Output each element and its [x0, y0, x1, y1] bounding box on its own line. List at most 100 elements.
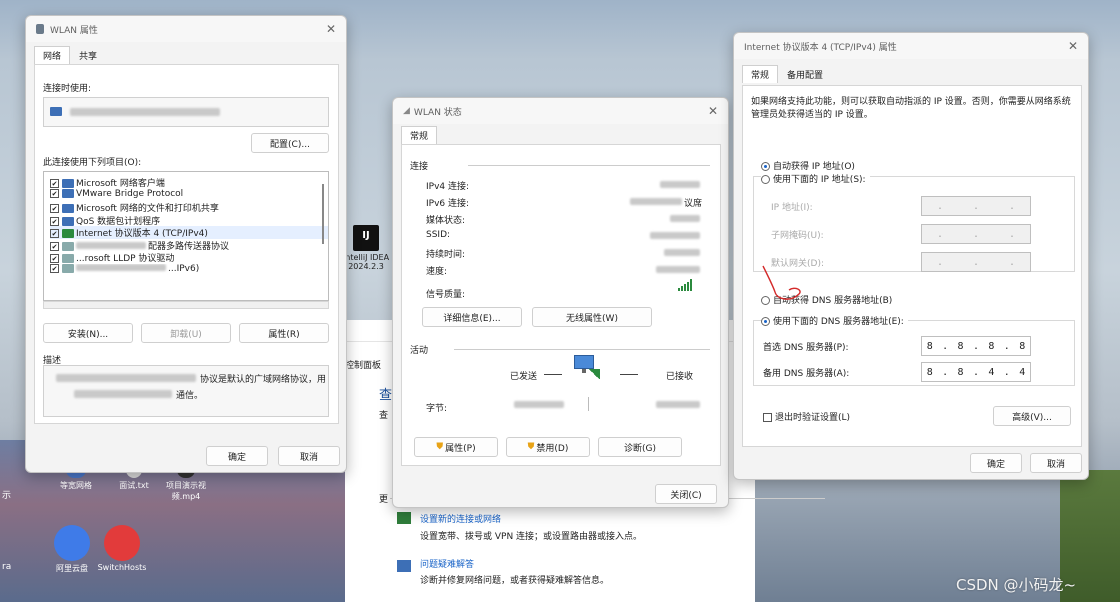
checkbox[interactable]: ✔ [50, 241, 59, 251]
network-setup-icon [397, 512, 411, 524]
dialog-titlebar: ◢ WLAN 状态 ✕ [393, 98, 728, 124]
sent-label: 已发送 [510, 372, 538, 382]
close-icon[interactable]: ✕ [1068, 39, 1078, 53]
close-button[interactable]: 关闭(C) [655, 484, 717, 504]
desktop-icon-label: 阿里云盘 [56, 564, 88, 573]
ok-button[interactable]: 确定 [206, 446, 268, 466]
ipv4-properties-dialog: Internet 协议版本 4 (TCP/IPv4) 属性 ✕ 常规 备用配置 … [733, 32, 1089, 480]
redacted-value [650, 232, 700, 239]
tab-alternate-config[interactable]: 备用配置 [778, 65, 832, 83]
auto-ip-radio[interactable]: 自动获得 IP 地址(O) [761, 159, 855, 172]
checkbox[interactable]: ✔ [50, 254, 59, 263]
desktop-icon-label: IntelliJ IDEA 2024.2.3 [342, 253, 390, 271]
subnet-mask-field[interactable]: ... [921, 224, 1031, 244]
disable-button[interactable]: ⛊ 禁用(D) [506, 437, 590, 457]
ip-address-field[interactable]: ... [921, 196, 1031, 216]
desktop-icon-label: 等宽网格 [60, 481, 92, 490]
connection-section-label: 连接 [410, 162, 429, 172]
protocol-icon [62, 254, 74, 263]
properties-button[interactable]: ⛊ 属性(P) [414, 437, 498, 457]
ipv4-label: IPv4 连接: [426, 182, 470, 192]
list-item[interactable]: ✔ 配器多路传送器协议 [50, 239, 328, 251]
install-button[interactable]: 安装(N)... [43, 323, 133, 343]
horizontal-scrollbar[interactable] [43, 301, 329, 309]
wlan-status-dialog: ◢ WLAN 状态 ✕ 常规 连接 IPv4 连接: IPv6 连接: 议席 媒… [392, 97, 729, 508]
checkbox[interactable]: ✔ [50, 204, 59, 213]
list-item[interactable]: ✔ VMware Bridge Protocol [50, 188, 328, 202]
dialog-title: Internet 协议版本 4 (TCP/IPv4) 属性 [744, 42, 897, 53]
cancel-button[interactable]: 取消 [1030, 453, 1082, 473]
tab-network[interactable]: 网络 [34, 46, 71, 64]
list-item[interactable]: ✔ ...rosoft LLDP 协议驱动 [50, 251, 328, 264]
desktop-icon[interactable]: 阿里云盘 [44, 525, 100, 574]
configure-button[interactable]: 配置(C)... [251, 133, 329, 153]
ip-address-label: IP 地址(I): [771, 203, 813, 213]
wireless-properties-button[interactable]: 无线属性(W) [532, 307, 652, 327]
octet: 8 [926, 366, 933, 378]
list-item[interactable]: ✔ QoS 数据包计划程序 [50, 214, 328, 227]
redacted-value [656, 266, 700, 273]
sent-line [544, 374, 562, 375]
tab-general[interactable]: 常规 [401, 126, 438, 144]
alternate-dns-field[interactable]: 8.8.4.4 [921, 362, 1031, 382]
octet: 8 [926, 340, 933, 352]
checkbox[interactable]: ✔ [50, 229, 59, 238]
manual-ip-radio[interactable]: 使用下面的 IP 地址(S): [761, 172, 870, 185]
close-icon[interactable]: ✕ [708, 104, 718, 118]
desktop-edge-label: ra [2, 562, 12, 572]
list-item-label: ...rosoft LLDP 协议驱动 [76, 254, 175, 264]
duration-label: 持续时间: [426, 250, 466, 260]
validate-checkbox[interactable]: 退出时验证设置(L) [763, 410, 850, 423]
preferred-dns-field[interactable]: 8.8.8.8 [921, 336, 1031, 356]
divider [588, 397, 589, 411]
description-text: 协议是默认的广域网络协议，用 [200, 375, 327, 385]
items-list[interactable]: ✔ Microsoft 网络客户端 ✔ VMware Bridge Protocol… [43, 171, 329, 301]
manual-dns-radio[interactable]: 使用下面的 DNS 服务器地址(E): [761, 314, 908, 327]
checkbox[interactable]: ✔ [50, 263, 59, 273]
list-item[interactable]: ✔ ...IPv6) [50, 263, 328, 277]
octet: 8 [1019, 340, 1026, 352]
advanced-button[interactable]: 高级(V)... [993, 406, 1071, 426]
speed-label: 速度: [426, 267, 448, 277]
desktop-icon-label: SwitchHosts [97, 563, 147, 572]
close-icon[interactable]: ✕ [326, 22, 336, 36]
description-box: 协议是默认的广域网络协议，用 通信。 [43, 365, 329, 417]
tab-general[interactable]: 常规 [742, 65, 779, 83]
desktop-icon[interactable]: SwitchHosts [94, 525, 150, 572]
list-item[interactable]: ✔ Microsoft 网络的文件和打印机共享 [50, 201, 328, 214]
ssid-label: SSID: [426, 230, 451, 240]
switchhosts-icon [104, 525, 140, 561]
uninstall-button[interactable]: 卸载(U) [141, 323, 231, 343]
list-item-label: QoS 数据包计划程序 [76, 216, 161, 227]
diagnose-button[interactable]: 诊断(G) [598, 437, 682, 457]
troubleshoot-link[interactable]: 问题疑难解答 [420, 557, 474, 570]
description-text-2: 通信。 [176, 391, 204, 401]
redacted-value [664, 249, 700, 256]
ok-button[interactable]: 确定 [970, 453, 1022, 473]
list-item-label: ...IPv6) [168, 263, 200, 274]
details-button[interactable]: 详细信息(E)... [422, 307, 522, 327]
list-item[interactable]: ✔ Microsoft 网络客户端 [50, 176, 328, 189]
checkbox[interactable]: ✔ [50, 188, 59, 198]
radio[interactable] [761, 175, 770, 184]
list-item-label: Microsoft 网络客户端 [76, 179, 165, 189]
list-item-selected[interactable]: ✔ Internet 协议版本 4 (TCP/IPv4) [50, 226, 328, 239]
setup-connection-link[interactable]: 设置新的连接或网络 [420, 512, 501, 525]
received-line [620, 374, 638, 375]
cancel-button[interactable]: 取消 [278, 446, 340, 466]
checkbox[interactable]: ✔ [50, 179, 59, 188]
protocol-icon [62, 263, 74, 273]
properties-button[interactable]: 属性(R) [239, 323, 329, 343]
checkbox[interactable]: ✔ [50, 216, 59, 226]
adapter-name-redacted [70, 108, 220, 116]
radio-selected[interactable] [761, 162, 770, 171]
gateway-field[interactable]: ... [921, 252, 1031, 272]
tab-sharing[interactable]: 共享 [70, 46, 106, 64]
list-scrollbar[interactable] [322, 184, 324, 244]
control-panel-breadcrumb[interactable]: 控制面板 [345, 358, 381, 371]
watermark: CSDN @小码龙~ [956, 576, 1077, 594]
wifi-icon: ◢ [403, 106, 410, 116]
checkbox[interactable] [763, 413, 772, 422]
radio-selected[interactable] [761, 317, 770, 326]
desktop-icon-label: 项目演示视频.mp4 [166, 481, 206, 501]
